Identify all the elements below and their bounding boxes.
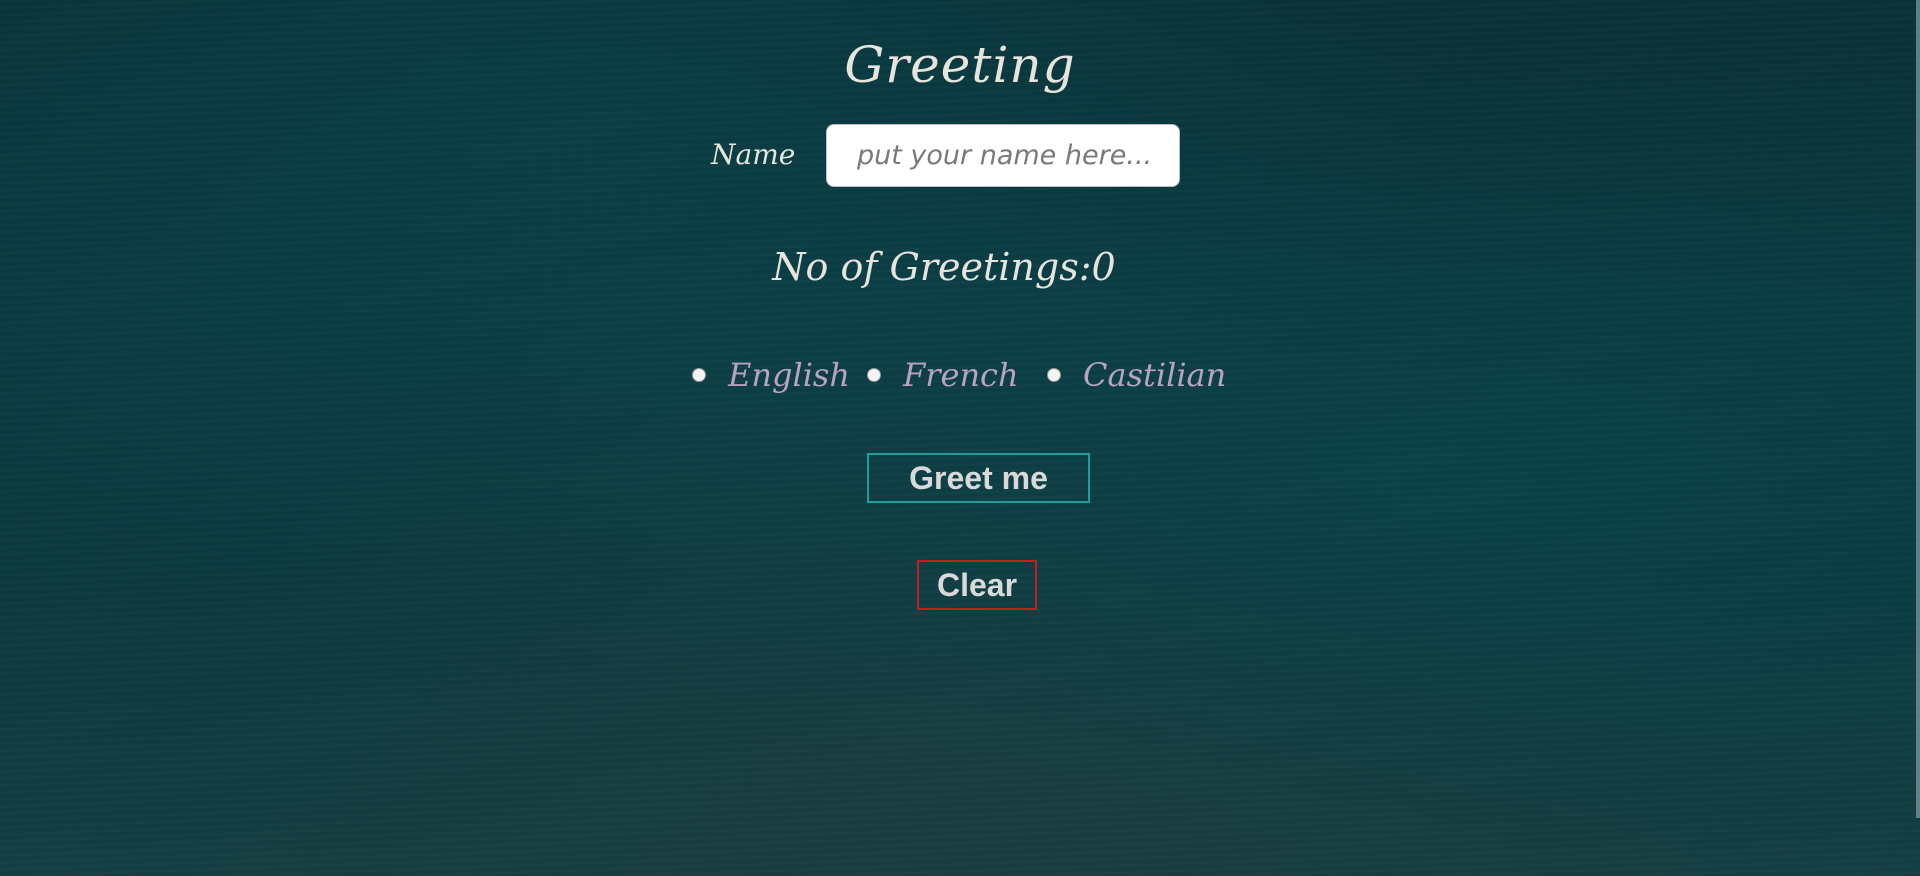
radio-castilian[interactable] (1047, 368, 1061, 382)
language-label-french[interactable]: French (903, 356, 1019, 394)
language-label-english[interactable]: English (728, 356, 850, 394)
radio-english[interactable] (692, 368, 706, 382)
clear-button[interactable]: Clear (917, 560, 1037, 610)
radio-french[interactable] (867, 368, 881, 382)
page-title: Greeting (844, 36, 1076, 94)
name-input[interactable] (826, 124, 1180, 187)
greet-me-button[interactable]: Greet me (867, 453, 1090, 503)
name-label: Name (711, 138, 796, 171)
language-option-english[interactable]: English (692, 350, 850, 400)
greetings-counter: No of Greetings:0 (772, 245, 1116, 289)
language-label-castilian[interactable]: Castilian (1083, 356, 1226, 394)
language-option-castilian[interactable]: Castilian (1047, 350, 1226, 400)
vertical-scrollbar[interactable] (1916, 0, 1920, 818)
page-body: { "title": "Greeting", "name_field": { "… (0, 0, 1920, 876)
language-option-french[interactable]: French (867, 350, 1019, 400)
